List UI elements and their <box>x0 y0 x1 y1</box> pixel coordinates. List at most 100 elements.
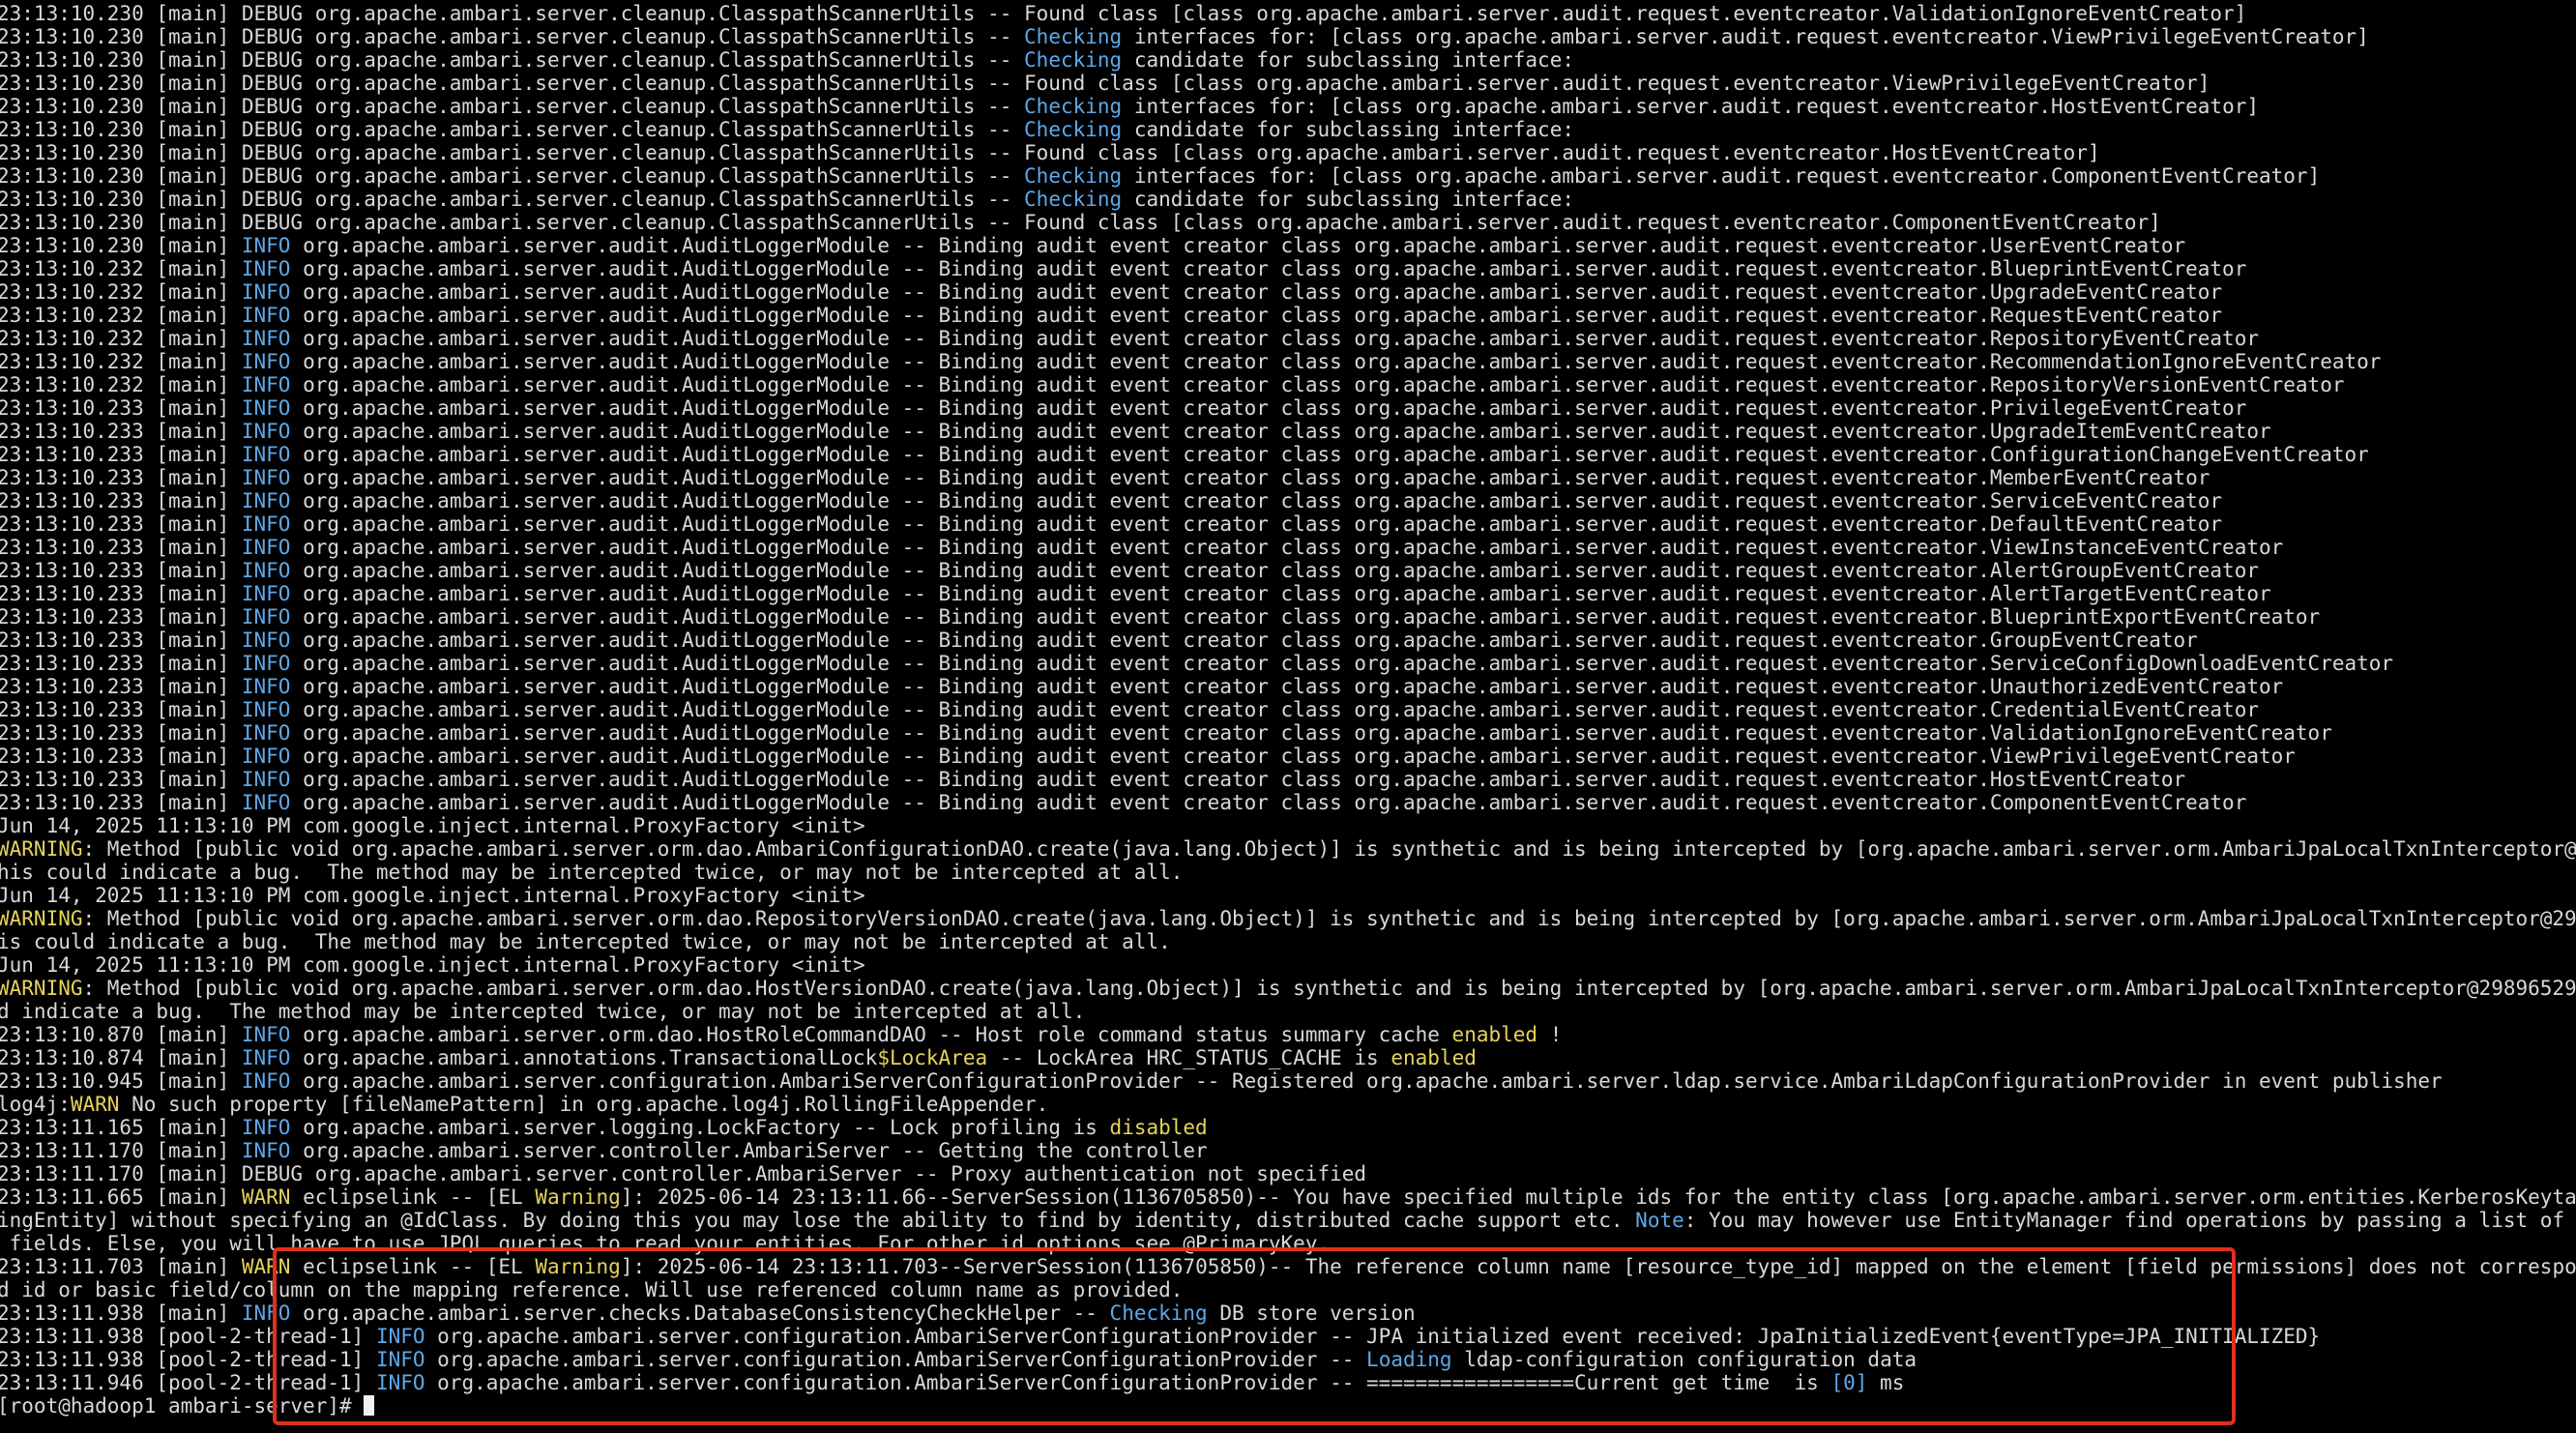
log-text: 23:13:10.233 [main] <box>0 396 242 420</box>
log-line: log4j:WARN No such property [fileNamePat… <box>0 1093 2576 1116</box>
log-text: INFO <box>241 257 291 280</box>
log-text: 23:13:11.165 [main] <box>0 1116 242 1139</box>
terminal-window[interactable]: 23:13:10.230 [main] DEBUG org.apache.amb… <box>0 0 2576 1433</box>
log-text: 23:13:10.230 [main] DEBUG org.apache.amb… <box>0 48 1025 72</box>
log-line: 23:13:10.230 [main] INFO org.apache.amba… <box>0 234 2576 257</box>
log-text: 23:13:10.232 [main] <box>0 327 242 350</box>
log-text: INFO <box>241 280 291 304</box>
log-line: 23:13:10.230 [main] DEBUG org.apache.amb… <box>0 95 2576 118</box>
log-text: [0] <box>1830 1371 1868 1394</box>
log-line: is could indicate a bug. The method may … <box>0 930 2576 953</box>
log-text: org.apache.ambari.server.configuration.A… <box>424 1371 1831 1394</box>
log-line: 23:13:10.232 [main] INFO org.apache.amba… <box>0 257 2576 280</box>
log-line: 23:13:10.230 [main] DEBUG org.apache.amb… <box>0 188 2576 211</box>
log-line: 23:13:11.170 [main] DEBUG org.apache.amb… <box>0 1162 2576 1185</box>
log-text: 23:13:10.233 [main] <box>0 443 242 466</box>
log-text: Note <box>1635 1209 1684 1232</box>
log-text: d indicate a bug. The method may be inte… <box>0 1000 1086 1023</box>
log-text: INFO <box>241 396 291 420</box>
log-text: is could indicate a bug. The method may … <box>0 930 1171 953</box>
log-text: org.apache.ambari.server.audit.AuditLogg… <box>290 652 2394 675</box>
log-text: 23:13:10.230 [main] DEBUG org.apache.amb… <box>0 25 1025 48</box>
log-text: 23:13:11.170 [main] <box>0 1139 242 1162</box>
log-line: 23:13:10.233 [main] INFO org.apache.amba… <box>0 652 2576 675</box>
log-text: org.apache.ambari.server.audit.AuditLogg… <box>290 420 2271 443</box>
log-text: org.apache.ambari.server.audit.AuditLogg… <box>290 280 2223 304</box>
log-text: Warning <box>535 1255 621 1278</box>
log-text: INFO <box>241 489 291 512</box>
log-text: candidate for subclassing interface: <box>1122 188 1574 211</box>
log-text: org.apache.ambari.server.audit.AuditLogg… <box>290 373 2345 396</box>
log-text: 23:13:10.230 [main] DEBUG org.apache.amb… <box>0 164 1025 188</box>
log-text: WARN <box>241 1185 291 1209</box>
log-line: WARNING: Method [public void org.apache.… <box>0 977 2576 1000</box>
log-line: ingEntity] without specifying an @IdClas… <box>0 1209 2576 1232</box>
log-line: 23:13:10.230 [main] DEBUG org.apache.amb… <box>0 141 2576 164</box>
log-line: 23:13:11.938 [main] INFO org.apache.amba… <box>0 1301 2576 1325</box>
log-text: interfaces for: [class org.apache.ambari… <box>1122 25 2369 48</box>
log-text: org.apache.ambari.server.audit.AuditLogg… <box>290 443 2369 466</box>
log-text: 23:13:10.233 [main] <box>0 675 242 698</box>
log-line: 23:13:10.230 [main] DEBUG org.apache.amb… <box>0 164 2576 188</box>
log-text: org.apache.ambari.server.audit.AuditLogg… <box>290 512 2223 536</box>
log-line: 23:13:10.232 [main] INFO org.apache.amba… <box>0 373 2576 396</box>
log-line: 23:13:10.233 [main] INFO org.apache.amba… <box>0 443 2576 466</box>
log-text: 23:13:11.665 [main] <box>0 1185 242 1209</box>
log-text: INFO <box>241 304 291 327</box>
log-text: 23:13:10.874 [main] <box>0 1046 242 1069</box>
log-line: WARNING: Method [public void org.apache.… <box>0 837 2576 861</box>
log-text: org.apache.ambari.server.audit.AuditLogg… <box>290 698 2259 721</box>
log-text: candidate for subclassing interface: <box>1122 118 1574 141</box>
log-text: 23:13:10.945 [main] <box>0 1069 242 1093</box>
log-line: 23:13:10.233 [main] INFO org.apache.amba… <box>0 512 2576 536</box>
text-cursor <box>364 1395 375 1416</box>
log-text: 23:13:10.233 [main] <box>0 768 242 791</box>
log-line: 23:13:11.946 [pool-2-thread-1] INFO org.… <box>0 1371 2576 1394</box>
log-text: INFO <box>241 768 291 791</box>
log-text: candidate for subclassing interface: <box>1122 48 1574 72</box>
log-text: : Method [public void org.apache.ambari.… <box>82 977 2576 1000</box>
log-text: 23:13:10.230 [main] DEBUG org.apache.amb… <box>0 188 1025 211</box>
log-text: : Method [public void org.apache.ambari.… <box>82 907 2576 930</box>
log-text: 23:13:10.233 [main] <box>0 652 242 675</box>
log-text: org.apache.ambari.server.audit.AuditLogg… <box>290 257 2247 280</box>
log-text: org.apache.ambari.server.audit.AuditLogg… <box>290 605 2321 629</box>
log-text: 23:13:10.232 [main] <box>0 280 242 304</box>
log-text: 23:13:10.230 [main] DEBUG org.apache.amb… <box>0 141 2100 164</box>
log-text: 23:13:10.230 [main] DEBUG org.apache.amb… <box>0 118 1025 141</box>
log-text: ]: 2025-06-14 23:13:11.703--ServerSessio… <box>620 1255 2576 1278</box>
shell-prompt: [root@hadoop1 ambari-server]# <box>0 1394 365 1418</box>
log-text: 23:13:10.233 [main] <box>0 466 242 489</box>
log-text: org.apache.ambari.server.audit.AuditLogg… <box>290 721 2332 745</box>
log-text: org.apache.ambari.server.audit.AuditLogg… <box>290 350 2382 373</box>
prompt-line[interactable]: [root@hadoop1 ambari-server]# <box>0 1394 2576 1418</box>
log-text: 23:13:11.703 [main] <box>0 1255 242 1278</box>
log-text: 23:13:10.233 [main] <box>0 582 242 605</box>
log-text: DB store version <box>1207 1301 1416 1325</box>
log-line: 23:13:10.232 [main] INFO org.apache.amba… <box>0 327 2576 350</box>
log-line: 23:13:10.230 [main] DEBUG org.apache.amb… <box>0 72 2576 95</box>
log-text: org.apache.ambari.server.audit.AuditLogg… <box>290 582 2271 605</box>
log-text: org.apache.ambari.server.configuration.A… <box>424 1348 1367 1371</box>
log-text: org.apache.ambari.server.configuration.A… <box>424 1325 2321 1348</box>
log-line: d id or basic field/column on the mappin… <box>0 1278 2576 1301</box>
log-text: 23:13:11.938 [main] <box>0 1301 242 1325</box>
log-text: INFO <box>241 652 291 675</box>
log-text: 23:13:10.232 [main] <box>0 257 242 280</box>
log-text: 23:13:11.938 [pool-2-thread-1] <box>0 1325 376 1348</box>
log-text: enabled <box>1390 1046 1477 1069</box>
log-line: 23:13:10.945 [main] INFO org.apache.amba… <box>0 1069 2576 1093</box>
log-line: 23:13:10.233 [main] INFO org.apache.amba… <box>0 721 2576 745</box>
log-text: org.apache.ambari.server.audit.AuditLogg… <box>290 327 2259 350</box>
log-text: fields. Else, you will have to use JPQL … <box>0 1232 1331 1255</box>
log-text: org.apache.ambari.server.checks.Database… <box>290 1301 1110 1325</box>
log-text: Checking <box>1109 1301 1208 1325</box>
log-text: INFO <box>241 1069 291 1093</box>
log-text: INFO <box>375 1371 425 1394</box>
log-text: INFO <box>241 629 291 652</box>
log-line: 23:13:10.233 [main] INFO org.apache.amba… <box>0 420 2576 443</box>
log-line: 23:13:10.233 [main] INFO org.apache.amba… <box>0 745 2576 768</box>
log-text: interfaces for: [class org.apache.ambari… <box>1122 95 2259 118</box>
log-text: 23:13:10.232 [main] <box>0 304 242 327</box>
log-line: 23:13:10.233 [main] INFO org.apache.amba… <box>0 396 2576 420</box>
